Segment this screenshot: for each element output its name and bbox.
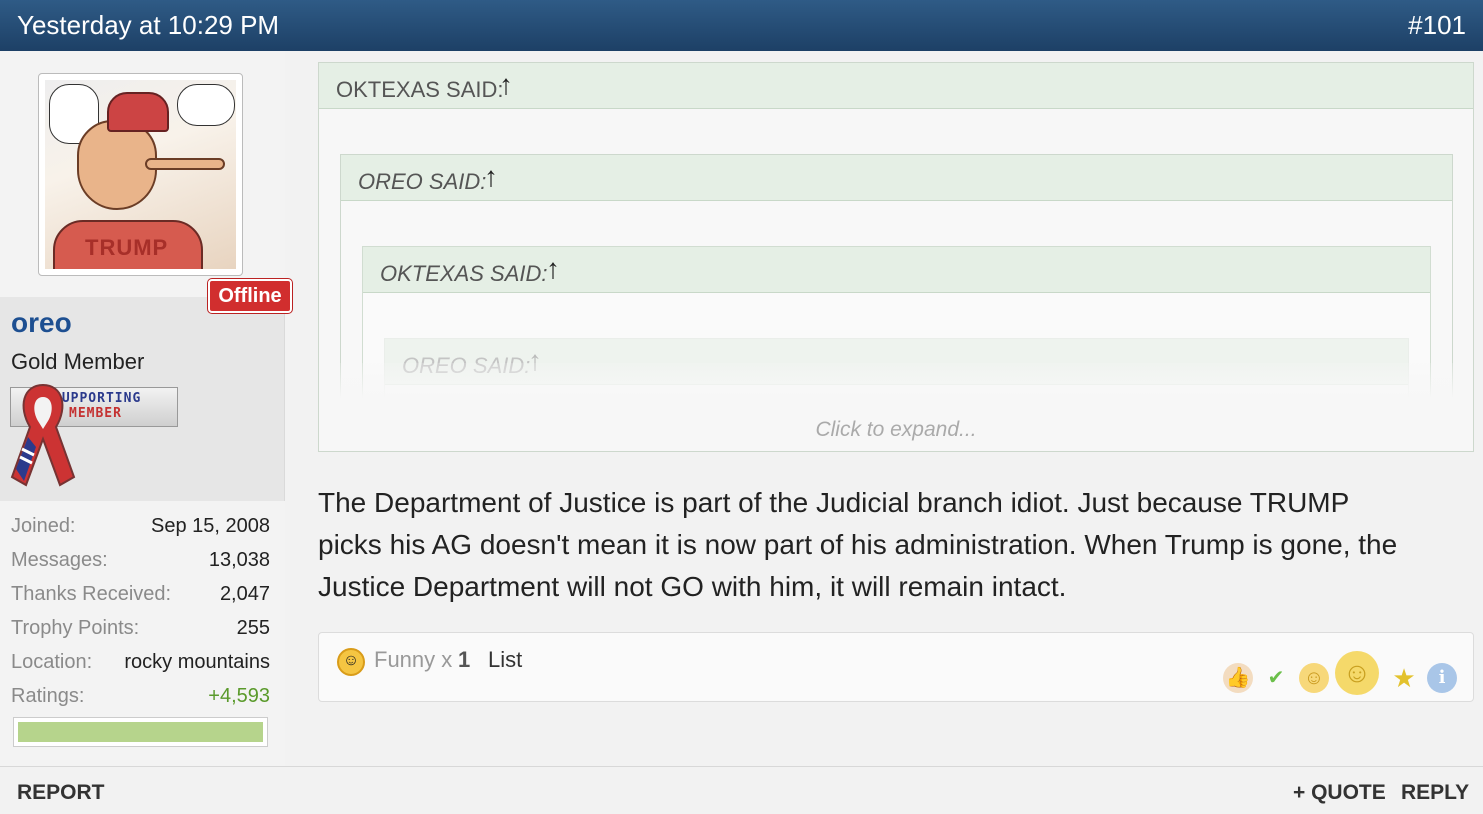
stat-location: Location: rocky mountains bbox=[11, 651, 270, 673]
avatar-nose bbox=[145, 158, 225, 170]
reply-button[interactable]: REPLY bbox=[1401, 781, 1469, 805]
message-line: picks his AG doesn't mean it is now part… bbox=[318, 529, 1398, 560]
thumbs-up-icon[interactable]: 👍 bbox=[1223, 663, 1253, 693]
quote-author: OKTEXAS SAID: bbox=[380, 261, 548, 286]
message-line: The Department of Justice is part of the… bbox=[318, 487, 1350, 518]
quote-button[interactable]: + QUOTE bbox=[1293, 781, 1386, 805]
user-stats: Joined: Sep 15, 2008 Messages: 13,038 Th… bbox=[0, 501, 285, 766]
click-to-expand[interactable]: Click to expand... bbox=[319, 418, 1473, 442]
stat-messages: Messages: 13,038 bbox=[11, 549, 270, 571]
info-icon[interactable]: i bbox=[1427, 663, 1457, 693]
quote-block: OKTEXAS SAID: ↑ OREO SAID: ↑ OKTEXAS SAI… bbox=[318, 62, 1474, 452]
quote-header: OREO SAID: ↑ bbox=[341, 155, 1452, 201]
reaction-count: 1 bbox=[458, 647, 471, 672]
status-badge: Offline bbox=[208, 279, 292, 313]
reactions-bar: ☺ Funny x 1 List 👍 ✔ ☺ ☺ ★ i bbox=[318, 632, 1474, 702]
check-icon[interactable]: ✔ bbox=[1261, 663, 1291, 693]
username[interactable]: oreo bbox=[11, 307, 72, 339]
reaction-label: Funny x bbox=[374, 647, 453, 672]
post-number[interactable]: #101 bbox=[1408, 10, 1466, 41]
quote-author: OKTEXAS SAID: bbox=[336, 77, 504, 102]
post-message: The Department of Justice is part of the… bbox=[318, 482, 1478, 608]
funny-face-icon: ☺ bbox=[337, 648, 365, 676]
user-rank: Gold Member bbox=[11, 349, 145, 374]
post-timestamp[interactable]: Yesterday at 10:29 PM bbox=[17, 10, 279, 41]
funny-icon[interactable]: ☺ bbox=[1299, 663, 1329, 693]
stat-trophy-points: Trophy Points: 255 bbox=[11, 617, 270, 639]
stat-ratings: Ratings: +4,593 bbox=[11, 685, 270, 707]
rating-bar bbox=[13, 717, 268, 747]
star-icon[interactable]: ★ bbox=[1389, 663, 1419, 693]
jump-to-quote-icon[interactable]: ↑ bbox=[484, 161, 498, 193]
avatar-hat bbox=[107, 92, 169, 132]
stat-thanks: Thanks Received: 2,047 bbox=[11, 583, 270, 605]
jump-to-quote-icon[interactable]: ↑ bbox=[499, 69, 513, 101]
post-header: Yesterday at 10:29 PM #101 bbox=[0, 0, 1483, 51]
speech-bubble-icon bbox=[177, 84, 235, 126]
report-button[interactable]: REPORT bbox=[17, 781, 105, 805]
avatar[interactable]: TRUMP bbox=[38, 73, 243, 276]
avatar-area: TRUMP bbox=[0, 51, 285, 297]
rating-bar-fill bbox=[18, 722, 263, 742]
avatar-shirt-text: TRUMP bbox=[85, 235, 169, 260]
reactions-list-link[interactable]: List bbox=[488, 647, 522, 673]
ribbon-icon bbox=[10, 383, 76, 487]
quote-header: OKTEXAS SAID: ↑ bbox=[363, 247, 1430, 293]
jump-to-quote-icon[interactable]: ↑ bbox=[546, 253, 560, 285]
quote-author: OREO SAID: bbox=[358, 169, 487, 194]
rate-icons: 👍 ✔ ☺ ☺ ★ i bbox=[1223, 651, 1463, 695]
post-footer: REPORT + QUOTE REPLY bbox=[0, 766, 1483, 814]
winner-icon[interactable]: ☺ bbox=[1335, 651, 1379, 695]
stat-joined: Joined: Sep 15, 2008 bbox=[11, 515, 270, 537]
avatar-image: TRUMP bbox=[45, 80, 236, 269]
message-line: Justice Department will not GO with him,… bbox=[318, 571, 1067, 602]
quote-header: OKTEXAS SAID: ↑ bbox=[319, 63, 1473, 109]
user-sidebar: TRUMP Offline oreo Gold Member SUPPORTIN… bbox=[0, 51, 292, 766]
